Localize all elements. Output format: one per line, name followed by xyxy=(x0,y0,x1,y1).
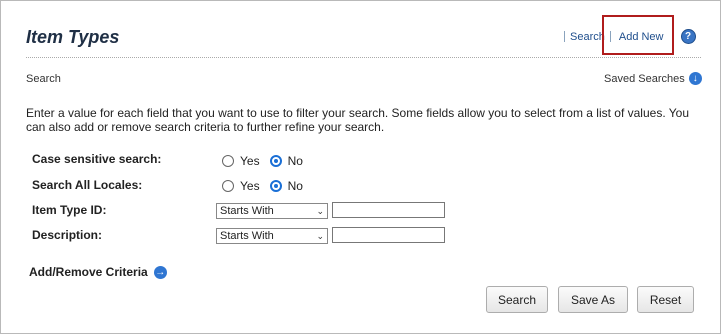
arrow-down-circle-icon: ↓ xyxy=(688,72,702,85)
case-sensitive-yes-radio[interactable] xyxy=(222,155,234,167)
case-sensitive-yes-label: Yes xyxy=(240,154,260,168)
description-operator-value: Starts With xyxy=(220,230,274,242)
all-locales-yes-radio[interactable] xyxy=(222,180,234,192)
item-type-id-operator-value: Starts With xyxy=(220,205,274,217)
item-type-id-operator-select[interactable]: Starts With ⌄ xyxy=(216,203,328,219)
add-remove-criteria-label: Add/Remove Criteria xyxy=(29,265,148,279)
page-title: Item Types xyxy=(26,27,120,47)
search-link[interactable]: Search xyxy=(570,31,605,43)
search-instructions: Enter a value for each field that you wa… xyxy=(26,106,690,134)
description-label: Description: xyxy=(32,228,103,242)
link-separator xyxy=(564,31,565,42)
add-new-highlight-box xyxy=(602,15,674,55)
saved-searches-link[interactable]: Saved Searches ↓ xyxy=(604,72,702,85)
all-locales-no-radio[interactable] xyxy=(269,180,282,192)
reset-button[interactable]: Reset xyxy=(637,286,694,313)
saved-searches-label: Saved Searches xyxy=(604,72,685,85)
case-sensitive-radio-group: Yes No xyxy=(222,154,313,168)
description-input[interactable] xyxy=(332,227,445,243)
item-type-id-input[interactable] xyxy=(332,202,445,218)
case-sensitive-no-label: No xyxy=(287,154,303,168)
all-locales-yes-label: Yes xyxy=(240,179,260,193)
help-icon[interactable]: ? xyxy=(680,29,696,44)
add-remove-criteria-link[interactable]: Add/Remove Criteria → xyxy=(29,265,167,279)
save-as-button[interactable]: Save As xyxy=(558,286,628,313)
all-locales-radio-group: Yes No xyxy=(222,179,313,193)
case-sensitive-no-radio[interactable] xyxy=(269,155,282,167)
item-types-panel: Item Types Search Add New ? Search Saved… xyxy=(0,0,721,334)
case-sensitive-label: Case sensitive search: xyxy=(32,152,162,166)
title-divider xyxy=(26,57,701,58)
chevron-down-icon: ⌄ xyxy=(316,206,324,216)
section-label: Search xyxy=(26,73,61,85)
description-operator-select[interactable]: Starts With ⌄ xyxy=(216,228,328,244)
arrow-right-circle-icon: → xyxy=(153,265,167,279)
search-button[interactable]: Search xyxy=(486,286,548,313)
chevron-down-icon: ⌄ xyxy=(316,231,324,241)
item-type-id-label: Item Type ID: xyxy=(32,203,107,217)
all-locales-label: Search All Locales: xyxy=(32,178,143,192)
all-locales-no-label: No xyxy=(287,179,303,193)
